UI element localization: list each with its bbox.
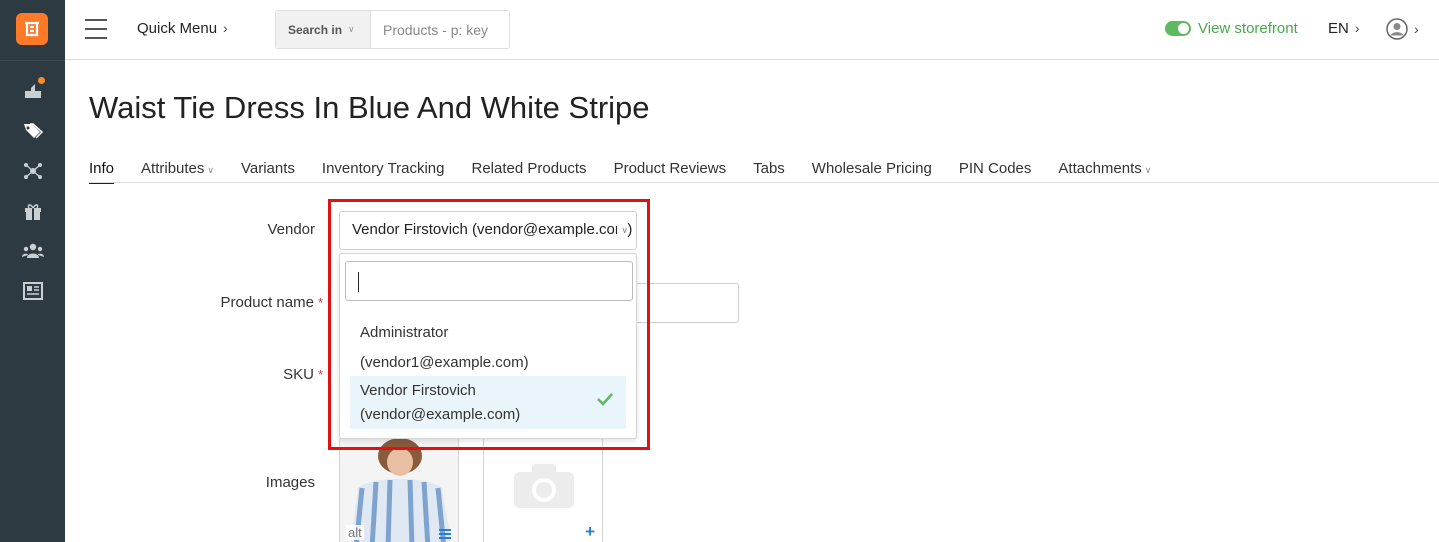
sidebar-item-products[interactable]: [21, 119, 45, 143]
product-name-input[interactable]: [630, 283, 739, 323]
tab-inventory-tracking[interactable]: Inventory Tracking: [322, 160, 445, 183]
tab-attributes[interactable]: Attributes ∨: [141, 160, 214, 183]
images-label-text: Images: [265, 474, 315, 491]
vendor-selected-value: Vendor Firstovich (vendor@example.com): [352, 221, 633, 238]
sku-label-text: SKU: [283, 366, 314, 383]
tab-label: Inventory Tracking: [321, 160, 445, 177]
tab-wholesale-pricing[interactable]: Wholesale Pricing: [812, 160, 932, 183]
tab-variants[interactable]: Variants: [241, 160, 295, 183]
tab-info[interactable]: Info: [89, 160, 115, 184]
user-avatar-icon: [1386, 18, 1408, 40]
vendor-label: Vendor: [155, 221, 315, 238]
sidebar-divider: [0, 60, 65, 61]
tab-pin-codes[interactable]: PIN Codes: [959, 160, 1032, 183]
search-in-dropdown[interactable]: Search in ∨: [276, 11, 371, 48]
tab-product-reviews[interactable]: Product Reviews: [614, 160, 727, 183]
image-alt-label[interactable]: alt: [346, 525, 364, 540]
hamburger-menu-icon[interactable]: [85, 19, 107, 41]
tab-label: Wholesale Pricing: [811, 160, 932, 177]
product-name-label-text: Product name: [220, 294, 314, 311]
tags-icon: [24, 123, 44, 139]
search-input[interactable]: [371, 11, 509, 48]
required-mark: *: [317, 295, 323, 310]
tab-related-products[interactable]: Related Products: [471, 160, 586, 183]
vendor-option-line2: (vendor@example.com): [360, 406, 521, 423]
chevron-down-icon: ∨: [617, 225, 628, 236]
add-image-plus-icon: +: [585, 522, 595, 541]
images-label: Images: [155, 474, 315, 491]
tabs-divider: [89, 182, 1439, 183]
user-menu[interactable]: ›: [1386, 18, 1419, 40]
tab-label: PIN Codes: [958, 160, 1032, 177]
vendor-option-administrator[interactable]: Administrator (vendor1@example.com): [350, 318, 626, 376]
tab-label: Info: [89, 160, 115, 177]
sidebar-item-promotions[interactable]: [21, 199, 45, 223]
tab-attachments[interactable]: Attachments ∨: [1058, 160, 1151, 183]
language-selector[interactable]: EN ›: [1328, 20, 1360, 37]
chevron-right-icon: ›: [1354, 20, 1360, 36]
quick-menu-button[interactable]: Quick Menu ›: [137, 20, 228, 37]
view-storefront-label: View storefront: [1198, 20, 1298, 37]
language-label: EN: [1328, 20, 1349, 37]
top-header: Quick Menu › Search in ∨ View storefront E…: [65, 0, 1439, 60]
product-name-label: Product name *: [163, 294, 323, 311]
newspaper-icon: [23, 282, 43, 300]
vendor-select[interactable]: Vendor Firstovich (vendor@example.com) ∨: [339, 211, 637, 250]
sidebar-item-content[interactable]: [21, 279, 45, 303]
gift-icon: [25, 204, 41, 220]
sidebar: [0, 0, 65, 542]
sidebar-item-customers[interactable]: [21, 239, 45, 263]
chevron-down-icon: ∨: [348, 24, 355, 34]
view-storefront-toggle[interactable]: View storefront: [1165, 20, 1298, 37]
toggle-switch-icon: [1165, 21, 1191, 36]
notification-dot: [38, 77, 45, 84]
users-icon: [22, 243, 44, 258]
tab-label: Tabs: [753, 160, 785, 177]
tab-label: Variants: [241, 160, 295, 177]
tab-label: Related Products: [471, 160, 587, 177]
search-bar: Search in ∨: [275, 10, 510, 49]
vendor-label-text: Vendor: [267, 221, 315, 238]
sidebar-item-network[interactable]: [21, 159, 45, 183]
page-title: Waist Tie Dress In Blue And White Stripe: [89, 90, 650, 125]
tab-label: Attributes: [141, 160, 205, 177]
chevron-right-icon: ›: [1414, 21, 1419, 37]
sidebar-item-orders[interactable]: [21, 77, 45, 103]
vendor-dropdown: Administrator (vendor1@example.com) Vend…: [339, 253, 637, 439]
vendor-option-firstovich[interactable]: Vendor Firstovich (vendor@example.com): [350, 376, 626, 429]
checkmark-icon: [597, 393, 613, 406]
required-mark: *: [317, 367, 323, 382]
cart-logo-icon: [25, 21, 39, 37]
tab-bar: Info Attributes ∨ Variants Inventory Trac…: [89, 160, 1178, 184]
vendor-search-input[interactable]: [345, 261, 633, 301]
tab-label: Product Reviews: [613, 160, 727, 177]
tab-tabs[interactable]: Tabs: [753, 160, 785, 183]
text-caret: [358, 272, 359, 292]
vendor-option-line1: Vendor Firstovich: [360, 382, 476, 399]
sku-label: SKU *: [163, 366, 323, 383]
vendor-option-line2: (vendor1@example.com): [360, 354, 529, 371]
product-image-tile[interactable]: alt: [339, 437, 459, 542]
image-menu-icon[interactable]: [438, 528, 452, 540]
vendor-option-line1: Administrator: [360, 324, 449, 341]
quick-menu-label: Quick Menu: [137, 20, 218, 37]
tab-label: Attachments: [1058, 160, 1142, 177]
chevron-down-icon: ∨: [207, 165, 214, 175]
search-in-label: Search in: [288, 22, 343, 37]
logo[interactable]: [16, 13, 48, 45]
chevron-right-icon: ›: [223, 20, 228, 36]
camera-icon: [514, 464, 574, 508]
network-icon: [24, 163, 42, 179]
add-image-tile[interactable]: +: [483, 437, 603, 542]
chevron-down-icon: ∨: [1144, 165, 1152, 175]
